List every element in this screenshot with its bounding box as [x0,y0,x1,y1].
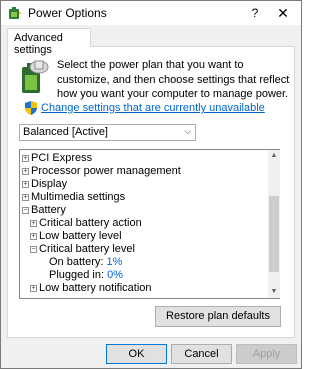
expand-icon[interactable]: + [30,232,37,240]
help-button[interactable]: ? [245,4,265,22]
tree-item-on-battery[interactable]: On battery: 1% [49,256,122,269]
scroll-down-icon[interactable]: ▼ [268,286,280,298]
change-settings-link[interactable]: Change settings that are currently unava… [41,102,265,114]
scroll-thumb[interactable] [269,196,279,272]
description-text: Select the power plan that you want to c… [57,59,290,100]
uac-shield-icon [25,101,37,115]
cancel-button[interactable]: Cancel [171,344,232,364]
apply-button[interactable]: Apply [236,344,297,364]
collapse-icon[interactable]: − [22,206,29,214]
expand-icon[interactable]: + [30,219,37,227]
settings-tree[interactable]: + PCI Express + Processor power management… [19,149,280,299]
tree-item-low-battery-level[interactable]: + Low battery level [30,230,122,243]
tab-advanced-settings[interactable]: Advanced settings [7,28,91,56]
tree-item-processor[interactable]: + Processor power management [22,165,181,178]
battery-plan-icon [22,60,49,93]
collapse-icon[interactable]: − [30,245,37,253]
tree-item-plugged-in[interactable]: Plugged in: 0% [49,269,123,282]
scroll-up-icon[interactable]: ▲ [268,150,280,162]
plugged-in-value[interactable]: 0% [107,269,123,281]
on-battery-value[interactable]: 1% [106,256,122,268]
window-title: Power Options [28,6,107,20]
expand-icon[interactable]: + [22,167,29,175]
tree-item-critical-battery-action[interactable]: + Critical battery action [30,217,142,230]
tree-item-display[interactable]: + Display [22,178,67,191]
tree-item-critical-battery-level[interactable]: − Critical battery level [30,243,135,256]
power-plan-value: Balanced [Active] [23,126,108,138]
restore-plan-defaults-button[interactable]: Restore plan defaults [155,306,281,327]
close-button[interactable]: ✕ [271,4,295,22]
power-plan-select[interactable]: Balanced [Active] ⌵ [19,124,196,141]
chevron-down-icon: ⌵ [184,126,191,136]
power-options-window: Power Options ? ✕ Advanced settings Sele… [0,0,302,369]
expand-icon[interactable]: + [22,154,29,162]
tree-item-multimedia[interactable]: + Multimedia settings [22,191,125,204]
tree-item-battery[interactable]: − Battery [22,204,66,217]
expand-icon[interactable]: + [30,284,37,292]
title-bar: Power Options ? ✕ [1,1,301,25]
tree-item-pci-express[interactable]: + PCI Express [22,152,92,165]
ok-button[interactable]: OK [106,344,167,364]
tree-item-low-battery-notification[interactable]: + Low battery notification [30,282,152,295]
expand-icon[interactable]: + [22,193,29,201]
tree-scrollbar[interactable]: ▲ ▼ [268,150,280,298]
power-options-icon [9,7,22,19]
expand-icon[interactable]: + [22,180,29,188]
